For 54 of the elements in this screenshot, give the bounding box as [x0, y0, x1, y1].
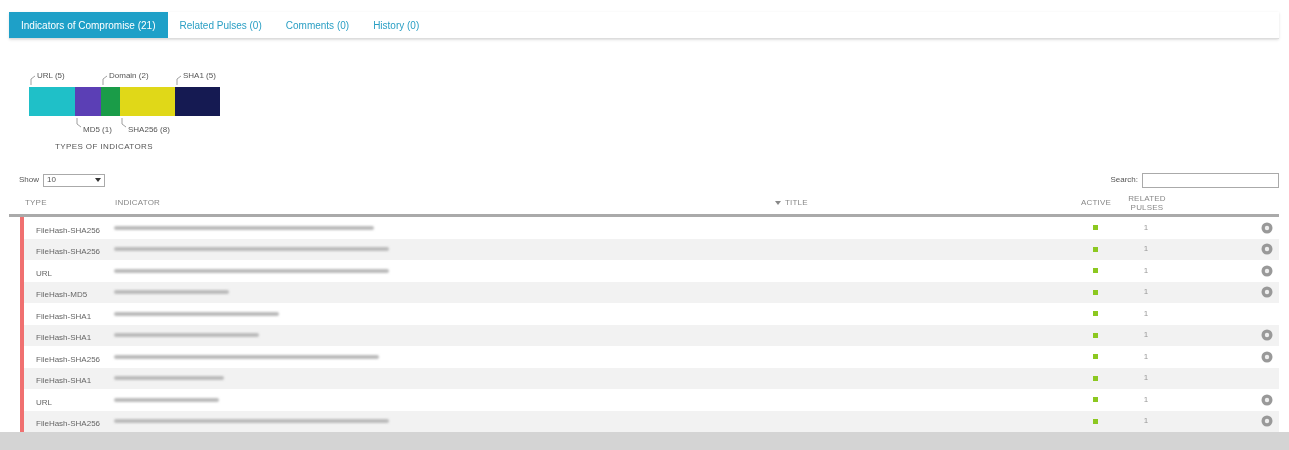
table-cell: FileHash-SHA1: [36, 376, 92, 386]
search-label: Search:: [1110, 174, 1138, 186]
chart-caption: TYPES OF INDICATORS: [55, 141, 153, 153]
page-size-select[interactable]: 10: [43, 173, 105, 187]
tab[interactable]: Related Pulses (0): [167, 12, 274, 38]
column-header[interactable]: TITLE: [785, 198, 808, 207]
table-cell: 1: [1143, 415, 1149, 428]
gear-icon[interactable]: [1261, 221, 1273, 234]
column-header[interactable]: TYPE: [25, 198, 47, 207]
leader-line: [76, 117, 82, 128]
tab[interactable]: History (0): [361, 12, 432, 38]
gear-icon[interactable]: [1261, 350, 1273, 363]
search-field[interactable]: [1142, 172, 1279, 188]
caret-icon: [95, 178, 101, 182]
column-header[interactable]: ACTIVE: [1080, 198, 1112, 207]
table-cell: 1: [1143, 329, 1149, 342]
table-cell: 1: [1143, 350, 1149, 363]
table-cell: URL: [36, 397, 52, 407]
tab[interactable]: Comments (0): [273, 12, 362, 38]
table-cell: FileHash-SHA256: [36, 419, 101, 429]
legend-label: Domain (2): [109, 71, 149, 80]
table-cell: 1: [1143, 307, 1149, 320]
table-cell: 1: [1143, 264, 1149, 277]
gear-icon[interactable]: [1261, 243, 1273, 256]
column-header[interactable]: INDICATOR: [115, 198, 161, 207]
legend-label: URL (5): [37, 71, 65, 80]
gear-icon[interactable]: [1261, 415, 1273, 428]
gear-icon[interactable]: [1261, 329, 1273, 342]
table-cell: FileHash-SHA256: [36, 225, 101, 235]
table-cell: 1: [1143, 243, 1149, 256]
gear-icon[interactable]: [1261, 393, 1273, 406]
table-cell: FileHash-MD5: [36, 290, 88, 300]
leader-line: [176, 75, 182, 86]
table-cell: FileHash-SHA1: [36, 311, 92, 321]
leader-line: [102, 75, 108, 86]
legend-label: MD5 (1): [83, 125, 112, 134]
table-cell: FileHash-SHA256: [36, 247, 101, 257]
legend-label: SHA256 (8): [128, 125, 170, 134]
table-cell: 1: [1143, 221, 1149, 234]
table-cell: 1: [1143, 372, 1149, 385]
show-label: Show: [19, 174, 39, 186]
tab[interactable]: Indicators of Compromise (21): [9, 12, 168, 38]
gear-icon[interactable]: [1261, 286, 1273, 299]
leader-line: [121, 117, 127, 128]
sort-icon[interactable]: [775, 200, 781, 205]
column-header[interactable]: RELATED PULSES: [1117, 193, 1177, 212]
legend-label: SHA1 (5): [183, 71, 216, 80]
table-cell: 1: [1143, 393, 1149, 406]
table-cell: FileHash-SHA256: [36, 354, 101, 364]
table-cell: URL: [36, 268, 52, 278]
table-cell: 1: [1143, 286, 1149, 299]
gear-icon[interactable]: [1261, 264, 1273, 277]
leader-line: [30, 75, 36, 86]
table-cell: FileHash-SHA1: [36, 333, 92, 343]
